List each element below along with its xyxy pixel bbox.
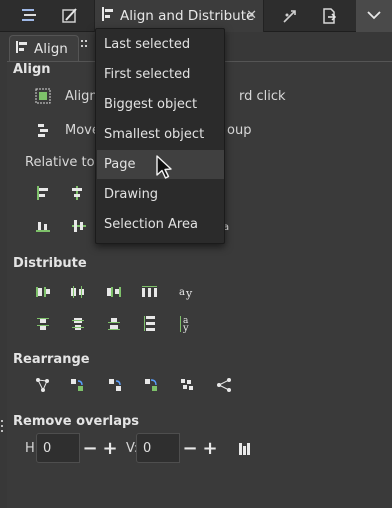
distribute-gaps-vertical-icon[interactable] <box>141 315 159 333</box>
rearrange-graph-icon[interactable] <box>34 376 52 394</box>
h-gap-input[interactable] <box>36 433 80 463</box>
tab-label: Align and Distribute <box>120 8 255 24</box>
menu-item-last-selected[interactable]: Last selected <box>97 30 224 59</box>
exchange-positions-z-order-icon[interactable] <box>106 376 124 394</box>
svg-text:a: a <box>179 287 185 298</box>
align-icon <box>16 40 28 58</box>
v-gap-input[interactable] <box>136 433 180 463</box>
v-gap-spinbox: − + <box>136 431 220 465</box>
distribute-top-edges-icon[interactable] <box>34 315 52 333</box>
h-gap-spinbox: − + <box>36 431 120 465</box>
transform-icon[interactable] <box>273 0 307 32</box>
move-option-label-tail: oup <box>227 123 252 138</box>
align-center-vertical-icon[interactable] <box>68 184 86 202</box>
section-align: Align <box>13 62 51 77</box>
fill-stroke-icon[interactable] <box>53 0 87 32</box>
distribute-centers-horizontal-icon[interactable] <box>69 283 87 301</box>
align-option-label: Align <box>65 89 98 104</box>
distribute-baselines-horizontal-icon[interactable]: ay <box>178 283 196 301</box>
export-icon[interactable] <box>312 0 346 32</box>
section-rearrange: Rearrange <box>13 352 90 367</box>
relative-to-dropdown-menu: Last selected First selected Biggest obj… <box>95 28 225 244</box>
distribute-baselines-vertical-icon[interactable]: ay <box>178 315 196 333</box>
randomize-positions-icon[interactable] <box>178 376 196 394</box>
close-tab-icon[interactable]: ✕ <box>246 8 257 23</box>
selection-as-group-icon[interactable] <box>34 87 52 105</box>
subtab-label: Align <box>34 40 68 57</box>
exchange-positions-clockwise-icon[interactable] <box>142 376 160 394</box>
remove-overlaps-button[interactable] <box>236 440 254 458</box>
section-remove-overlaps: Remove overlaps <box>13 414 140 429</box>
menu-item-biggest-object[interactable]: Biggest object <box>97 90 224 119</box>
move-as-group-icon[interactable] <box>34 121 52 139</box>
unclump-objects-icon[interactable] <box>215 376 233 394</box>
xml-editor-icon[interactable] <box>12 0 46 32</box>
menu-item-selection-area[interactable]: Selection Area <box>97 210 224 239</box>
distribute-bottom-edges-icon[interactable] <box>105 315 123 333</box>
mouse-pointer-icon <box>155 155 173 181</box>
align-option-label-tail: rd click <box>239 89 286 104</box>
exchange-positions-icon[interactable] <box>68 376 86 394</box>
align-center-horizontal-icon[interactable] <box>70 217 88 235</box>
distribute-right-edges-icon[interactable] <box>105 283 123 301</box>
align-left-edges-icon[interactable] <box>34 184 52 202</box>
chevron-down-icon <box>367 9 381 24</box>
panel-grip-icon[interactable] <box>0 419 4 433</box>
distribute-centers-vertical-icon[interactable] <box>69 315 87 333</box>
section-distribute: Distribute <box>13 256 87 271</box>
svg-text:y: y <box>185 287 193 300</box>
distribute-left-edges-icon[interactable] <box>34 283 52 301</box>
h-gap-increment-button[interactable]: + <box>100 433 120 463</box>
svg-text:y: y <box>182 323 189 333</box>
align-icon <box>101 6 115 26</box>
align-bottom-edges-icon[interactable] <box>34 217 52 235</box>
distribute-gaps-horizontal-icon[interactable] <box>141 283 159 301</box>
relative-to-label: Relative to: <box>25 155 99 170</box>
subtab-align[interactable]: Align <box>9 35 79 61</box>
menu-item-smallest-object[interactable]: Smallest object <box>97 120 224 149</box>
subtab-grid[interactable] <box>80 37 96 61</box>
menu-item-first-selected[interactable]: First selected <box>97 60 224 89</box>
tab-overflow-button[interactable] <box>356 0 392 32</box>
v-gap-decrement-button[interactable]: − <box>180 433 200 463</box>
v-gap-increment-button[interactable]: + <box>200 433 220 463</box>
menu-item-drawing[interactable]: Drawing <box>97 180 224 209</box>
h-gap-decrement-button[interactable]: − <box>80 433 100 463</box>
